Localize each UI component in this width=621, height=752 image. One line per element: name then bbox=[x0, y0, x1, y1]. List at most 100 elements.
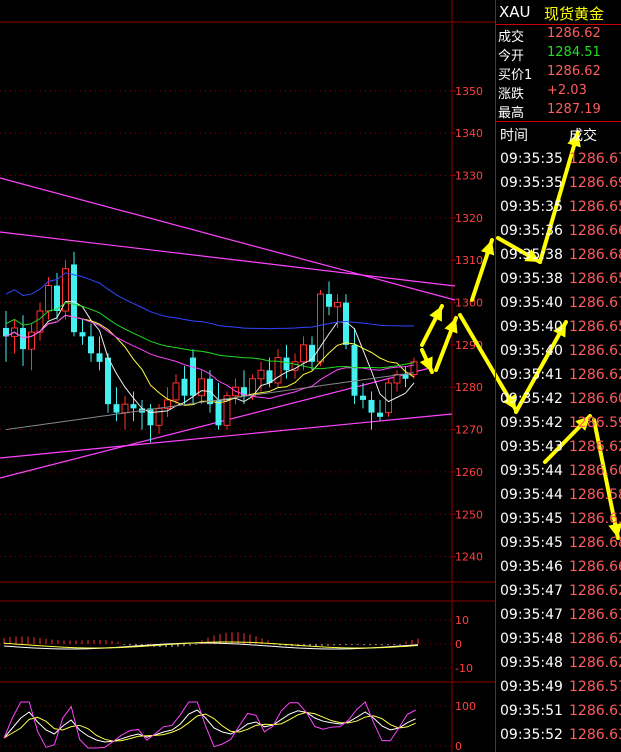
candle-body bbox=[79, 332, 86, 337]
y-tick-label: 1340 bbox=[455, 127, 483, 140]
y-tick-label: 1330 bbox=[455, 170, 483, 183]
macd-tick-label: 0 bbox=[455, 638, 462, 651]
quote-row: 买价1 1286.62 bbox=[496, 64, 621, 83]
tick-row: 09:35:42 1286.59 bbox=[496, 415, 621, 439]
tick-time: 09:35:35 bbox=[500, 175, 563, 191]
tick-time: 09:35:40 bbox=[500, 295, 563, 311]
tick-row: 09:35:40 1286.65 bbox=[496, 319, 621, 343]
candle-body bbox=[402, 374, 409, 379]
candle-body bbox=[377, 412, 383, 417]
tick-time: 09:35:35 bbox=[500, 151, 563, 167]
tick-price: 1286.63 bbox=[569, 511, 621, 527]
tick-price: 1286.63 bbox=[569, 703, 621, 719]
tick-time: 09:35:35 bbox=[500, 199, 563, 215]
tick-price: 1286.63 bbox=[569, 343, 621, 359]
candle-body bbox=[121, 403, 129, 414]
y-tick-label: 1320 bbox=[455, 212, 483, 225]
tick-time: 09:35:46 bbox=[500, 559, 563, 575]
tick-row: 09:35:35 1286.67 bbox=[496, 151, 621, 175]
candle-body bbox=[155, 407, 163, 426]
tick-row: 09:35:42 1286.60 bbox=[496, 391, 621, 415]
quote-value: 1286.62 bbox=[547, 26, 601, 41]
candle-body bbox=[172, 382, 180, 401]
macd-panel: 10 0 -10 bbox=[0, 614, 473, 675]
quote-label: 最高 bbox=[498, 106, 525, 121]
quote-value: 1287.19 bbox=[547, 102, 601, 117]
tick-row: 09:35:38 1286.68 bbox=[496, 247, 621, 271]
kdj-j-line bbox=[3, 701, 416, 749]
tick-row: 09:35:38 1286.65 bbox=[496, 271, 621, 295]
tick-price: 1286.67 bbox=[569, 151, 621, 167]
tick-row: 09:35:47 1286.61 bbox=[496, 607, 621, 631]
tick-row: 09:35:44 1286.60 bbox=[496, 463, 621, 487]
candle-body bbox=[130, 404, 137, 409]
tick-row: 09:35:41 1286.62 bbox=[496, 367, 621, 391]
quote-row: 成交 1286.62 bbox=[496, 26, 621, 45]
candle-body bbox=[181, 378, 188, 396]
tick-time: 09:35:48 bbox=[500, 631, 563, 647]
tick-time: 09:35:38 bbox=[500, 271, 563, 287]
candle-body bbox=[334, 302, 341, 308]
tick-price: 1286.66 bbox=[569, 223, 621, 239]
candle-body bbox=[113, 404, 120, 413]
symbol-header: XAU 现货黄金 bbox=[496, 0, 621, 24]
tick-time: 09:35:38 bbox=[500, 247, 563, 263]
tick-row: 09:35:47 1286.62 bbox=[496, 583, 621, 607]
tick-price: 1286.62 bbox=[569, 631, 621, 647]
tick-row: 09:35:49 1286.57 bbox=[496, 679, 621, 703]
quote-label: 成交 bbox=[498, 30, 525, 45]
candle-body bbox=[385, 382, 392, 414]
candle-body bbox=[326, 294, 332, 307]
tick-time: 09:35:43 bbox=[500, 439, 563, 455]
macd-tick-label: 10 bbox=[455, 614, 469, 627]
candle-body bbox=[368, 399, 375, 413]
tick-row: 09:35:36 1286.66 bbox=[496, 223, 621, 247]
tick-row: 09:35:40 1286.67 bbox=[496, 295, 621, 319]
tick-time: 09:35:44 bbox=[500, 463, 563, 479]
tick-price: 1286.63 bbox=[569, 727, 621, 743]
tick-list-header: 时间 成交 bbox=[496, 123, 621, 145]
tick-price-header: 成交 bbox=[569, 128, 597, 144]
tick-price: 1286.68 bbox=[569, 535, 621, 551]
tick-price: 1286.67 bbox=[569, 295, 621, 311]
arrow-head bbox=[480, 240, 495, 256]
symbol-code: XAU bbox=[499, 3, 531, 21]
candle-body bbox=[96, 353, 103, 362]
candle-body bbox=[300, 344, 307, 363]
kdj-panel: 100 0 bbox=[0, 700, 476, 752]
tick-time: 09:35:47 bbox=[500, 583, 563, 599]
divider bbox=[496, 24, 621, 25]
tick-price: 1286.68 bbox=[569, 247, 621, 263]
tick-time: 09:35:47 bbox=[500, 607, 563, 623]
macd-tick-label: -10 bbox=[455, 662, 473, 675]
tick-time: 09:35:42 bbox=[500, 391, 563, 407]
tick-row: 09:35:51 1286.63 bbox=[496, 703, 621, 727]
tick-time: 09:35:44 bbox=[500, 487, 563, 503]
y-tick-label: 1260 bbox=[455, 466, 483, 479]
tick-price: 1286.58 bbox=[569, 487, 621, 503]
candle-body bbox=[360, 395, 366, 400]
candle-body bbox=[20, 327, 26, 350]
tick-time: 09:35:40 bbox=[500, 319, 563, 335]
tick-row: 09:35:48 1286.62 bbox=[496, 631, 621, 655]
tick-price: 1286.69 bbox=[569, 175, 621, 191]
candle-body bbox=[215, 399, 222, 426]
tick-price: 1286.62 bbox=[569, 439, 621, 455]
kdj-tick-label: 0 bbox=[455, 740, 462, 752]
candle-body bbox=[198, 378, 205, 397]
tick-price: 1286.61 bbox=[569, 607, 621, 623]
candle-body bbox=[283, 357, 290, 371]
tick-price: 1286.62 bbox=[569, 583, 621, 599]
tick-time: 09:35:41 bbox=[500, 367, 563, 383]
tick-price: 1286.65 bbox=[569, 199, 621, 215]
y-tick-label: 1300 bbox=[455, 297, 483, 310]
y-tick-label: 1350 bbox=[455, 85, 483, 98]
tick-time: 09:35:40 bbox=[500, 343, 563, 359]
tick-price: 1286.59 bbox=[569, 415, 621, 431]
candlestick-series bbox=[3, 251, 418, 443]
quote-panel: XAU 现货黄金 成交 1286.62 今开 1284.51 买价1 1286.62 涨跌 +… bbox=[495, 0, 621, 752]
tick-price: 1286.62 bbox=[569, 655, 621, 671]
candle-body bbox=[190, 357, 196, 396]
tick-time: 09:35:45 bbox=[500, 511, 563, 527]
symbol-name: 现货黄金 bbox=[544, 5, 605, 23]
